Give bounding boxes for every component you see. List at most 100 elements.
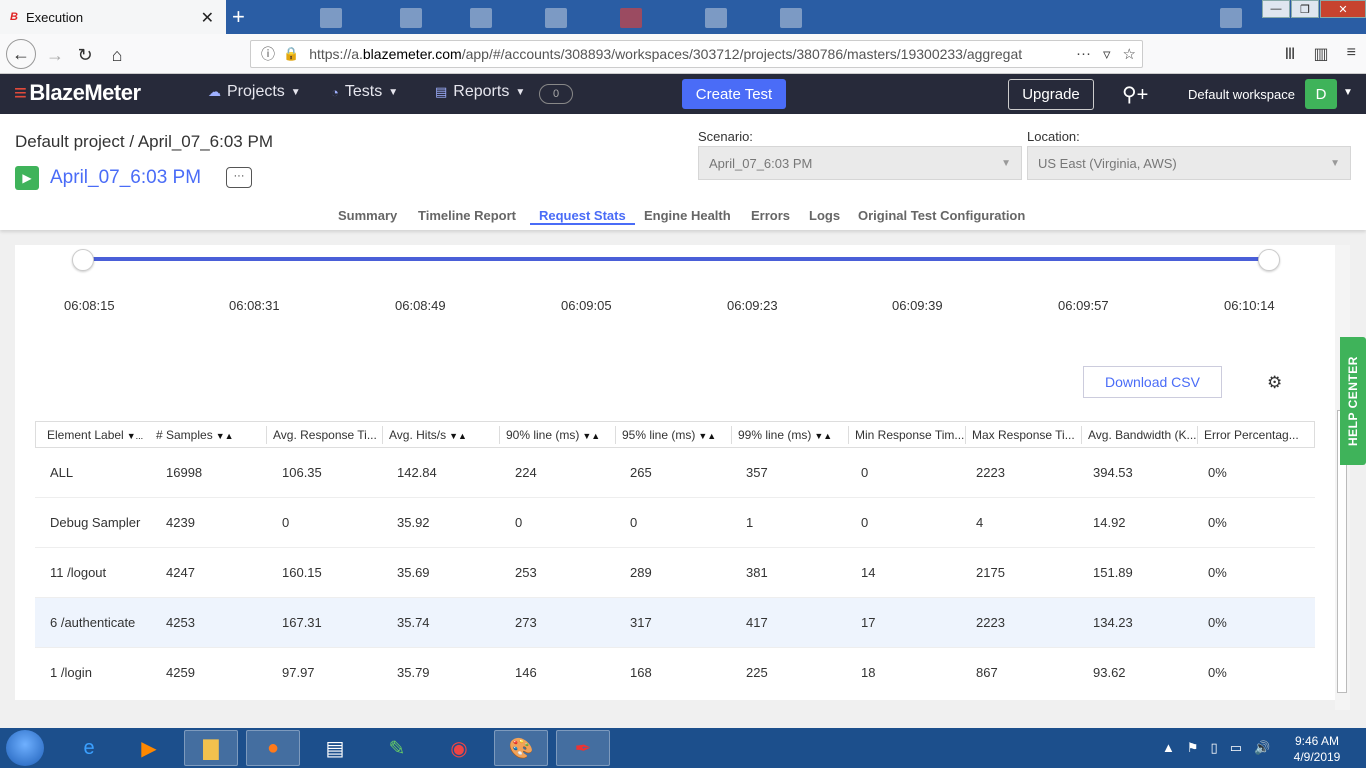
avatar[interactable]: D — [1305, 79, 1337, 109]
column-divider[interactable] — [731, 426, 732, 444]
column-divider[interactable] — [266, 426, 267, 444]
info-icon[interactable]: ⓘ — [261, 44, 275, 64]
column-divider[interactable] — [1081, 426, 1082, 444]
window-close-icon[interactable]: ✕ — [1320, 0, 1366, 18]
table-row[interactable]: Debug Sampler 4239 0 35.92 0 0 1 0 4 14.… — [35, 498, 1315, 548]
cell-element-label: ALL — [50, 465, 74, 480]
slider-start-handle[interactable] — [72, 249, 94, 271]
tab-logs[interactable]: Logs — [809, 208, 840, 223]
tab-request-stats[interactable]: Request Stats — [530, 208, 635, 225]
column-divider[interactable] — [965, 426, 966, 444]
projects-menu[interactable]: ☁ Projects ▼ — [208, 83, 301, 101]
hamburger-menu-icon[interactable]: ≡ — [1347, 44, 1356, 64]
network-icon[interactable]: ▭ — [1230, 740, 1242, 756]
forward-icon[interactable]: → — [42, 42, 68, 68]
column-divider[interactable] — [1197, 426, 1198, 444]
column-header-99-line[interactable]: 99% line (ms) ▼▲ — [738, 428, 832, 442]
sort-icon[interactable]: ▼▲ — [814, 431, 832, 441]
notepad-icon[interactable]: ▤ — [308, 730, 362, 766]
show-hidden-icons-icon[interactable]: ▲ — [1162, 740, 1175, 756]
close-tab-icon[interactable]: ✕ — [201, 8, 214, 28]
library-icon[interactable]: Ⅲ — [1285, 44, 1296, 64]
workspace-selector[interactable]: Default workspace — [1188, 87, 1295, 102]
home-icon[interactable]: ⌂ — [104, 42, 130, 68]
gear-icon[interactable]: ⚙ — [1267, 373, 1282, 393]
column-header-avg-response-time[interactable]: Avg. Response Ti... — [273, 428, 377, 442]
reports-menu[interactable]: ▤ Reports ▼ — [435, 83, 525, 101]
create-test-button[interactable]: Create Test — [682, 79, 786, 109]
table-row[interactable]: ALL 16998 106.35 142.84 224 265 357 0 22… — [35, 448, 1315, 498]
table-row[interactable]: 11 /logout 4247 160.15 35.69 253 289 381… — [35, 548, 1315, 598]
column-divider[interactable] — [499, 426, 500, 444]
help-center-button[interactable]: HELP CENTER — [1340, 337, 1366, 465]
paint-icon[interactable]: 🎨 — [494, 730, 548, 766]
scenario-select[interactable]: April_07_6:03 PM ▼ — [698, 146, 1022, 180]
tab-original-test-configuration[interactable]: Original Test Configuration — [858, 208, 1025, 223]
start-button[interactable] — [6, 730, 44, 766]
page-scrollbar[interactable] — [1335, 245, 1350, 710]
download-csv-button[interactable]: Download CSV — [1083, 366, 1222, 398]
tab-timeline-report[interactable]: Timeline Report — [418, 208, 516, 223]
action-center-icon[interactable]: ⚑ — [1187, 740, 1199, 756]
maximize-icon[interactable]: ❐ — [1291, 0, 1319, 18]
tab-engine-health[interactable]: Engine Health — [644, 208, 731, 223]
run-test-icon[interactable]: ▶ — [15, 166, 39, 190]
column-header-min-response-time[interactable]: Min Response Tim... — [855, 428, 964, 442]
taskbar-clock[interactable]: 9:46 AM 4/9/2019 — [1282, 733, 1352, 765]
sort-icon[interactable]: ▼... — [127, 431, 143, 441]
location-select[interactable]: US East (Virginia, AWS) ▼ — [1027, 146, 1351, 180]
firefox-icon[interactable]: ● — [246, 730, 300, 766]
tests-menu[interactable]: ◔ Tests ▼ — [331, 83, 398, 101]
breadcrumb[interactable]: Default project / April_07_6:03 PM — [15, 132, 273, 152]
feather-app-icon[interactable]: ✒ — [556, 730, 610, 766]
column-divider[interactable] — [615, 426, 616, 444]
column-divider[interactable] — [382, 426, 383, 444]
pocket-icon[interactable]: ▿ — [1103, 45, 1111, 63]
running-tests-counter[interactable]: 0 — [539, 84, 573, 104]
slider-end-handle[interactable] — [1258, 249, 1280, 271]
reload-icon[interactable]: ↻ — [72, 42, 98, 68]
jmeter-icon[interactable]: ✎ — [370, 730, 424, 766]
browser-tab[interactable]: B Execution ✕ — [0, 0, 226, 34]
tab-errors[interactable]: Errors — [751, 208, 790, 223]
sort-icon[interactable]: ▼▲ — [216, 431, 234, 441]
file-explorer-icon[interactable]: ▇ — [184, 730, 238, 766]
table-header: Element Label ▼... # Samples ▼▲ Avg. Respo… — [35, 421, 1315, 448]
media-player-icon[interactable]: ▶ — [122, 730, 176, 766]
system-tray: ▲ ⚑ ▯ ▭ 🔊 — [1162, 740, 1270, 756]
device-icon[interactable]: ▯ — [1211, 740, 1218, 756]
sort-icon[interactable]: ▼▲ — [582, 431, 600, 441]
blazemeter-logo[interactable]: ≡ BlazeMeter — [14, 80, 141, 106]
cell-avg-response: 97.97 — [282, 665, 315, 680]
add-user-icon[interactable]: ⚲+ — [1122, 82, 1148, 107]
address-bar[interactable]: ⓘ 🔒 https://a.blazemeter.com/app/#/accou… — [250, 40, 1143, 68]
column-header-90-line[interactable]: 90% line (ms) ▼▲ — [506, 428, 600, 442]
minimize-icon[interactable]: — — [1262, 0, 1290, 18]
tab-summary[interactable]: Summary — [338, 208, 397, 223]
upgrade-button[interactable]: Upgrade — [1008, 79, 1094, 110]
back-icon[interactable]: ← — [6, 39, 36, 69]
table-row[interactable]: 1 /login 4259 97.97 35.79 146 168 225 18… — [35, 648, 1315, 698]
sort-icon[interactable]: ▼▲ — [698, 431, 716, 441]
column-header-error-percentage[interactable]: Error Percentag... — [1204, 428, 1299, 442]
table-row[interactable]: 6 /authenticate 4253 167.31 35.74 273 31… — [35, 598, 1315, 648]
test-name[interactable]: April_07_6:03 PM — [50, 167, 201, 189]
column-header-95-line[interactable]: 95% line (ms) ▼▲ — [622, 428, 716, 442]
sidebar-icon[interactable]: ▥ — [1314, 44, 1329, 64]
chrome-icon[interactable]: ◉ — [432, 730, 486, 766]
page-actions-icon[interactable]: ··· — [1076, 45, 1091, 63]
column-header-samples[interactable]: # Samples ▼▲ — [156, 428, 234, 442]
new-tab-icon[interactable]: + — [232, 4, 245, 30]
more-options-button[interactable]: ··· — [226, 167, 252, 188]
bookmark-star-icon[interactable]: ☆ — [1123, 45, 1136, 63]
chevron-down-icon[interactable]: ▼ — [1343, 87, 1353, 98]
column-divider[interactable] — [848, 426, 849, 444]
internet-explorer-icon[interactable]: e — [62, 730, 116, 766]
column-header-avg-bandwidth[interactable]: Avg. Bandwidth (K... — [1088, 428, 1197, 442]
time-range-slider[interactable] — [83, 257, 1269, 261]
column-header-element-label[interactable]: Element Label ▼... — [47, 428, 143, 442]
column-header-avg-hits[interactable]: Avg. Hits/s ▼▲ — [389, 428, 467, 442]
volume-icon[interactable]: 🔊 — [1254, 740, 1270, 756]
column-header-max-response-time[interactable]: Max Response Ti... — [972, 428, 1075, 442]
sort-icon[interactable]: ▼▲ — [449, 431, 467, 441]
